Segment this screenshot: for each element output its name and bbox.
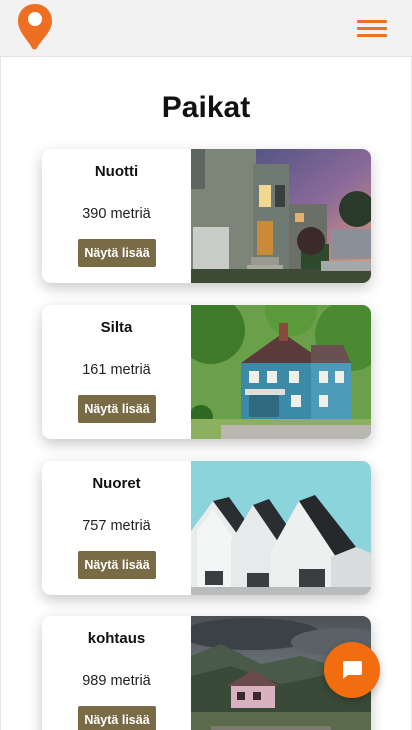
map-pin-icon[interactable] [16,2,54,50]
place-card[interactable]: Silta 161 metriä Näytä lisää [42,305,371,439]
blue-house-photo[interactable] [191,305,371,439]
show-more-button[interactable]: Näytä lisää [78,239,156,267]
place-name: kohtaus [87,630,146,647]
place-distance: 161 metriä [82,362,151,378]
menu-line [357,20,387,23]
modern-house-photo[interactable] [191,149,371,283]
place-card-info: Nuoret 757 metriä Näytä lisää [42,461,191,595]
place-card[interactable]: Nuotti 390 metriä Näytä lisää [42,149,371,283]
menu-line [357,34,387,37]
menu-line [357,27,387,30]
place-card-info: kohtaus 989 metriä Näytä lisää [42,616,191,730]
place-distance: 989 metriä [82,673,151,689]
gabled-houses-photo[interactable] [191,461,371,595]
place-distance: 757 metriä [82,518,151,534]
page-border-left [0,57,1,730]
show-more-button[interactable]: Näytä lisää [78,551,156,579]
page-title: Paikat [161,91,251,124]
place-card-info: Nuotti 390 metriä Näytä lisää [42,149,191,283]
place-name: Nuoret [92,475,141,492]
app-header [0,0,412,57]
show-more-button[interactable]: Näytä lisää [78,395,156,423]
chat-button[interactable] [324,642,380,698]
hamburger-menu-icon[interactable] [354,17,390,41]
place-name: Nuotti [94,163,139,180]
place-card-info: Silta 161 metriä Näytä lisää [42,305,191,439]
show-more-button[interactable]: Näytä lisää [78,706,156,730]
place-distance: 390 metriä [82,206,151,222]
place-name: Silta [100,319,133,336]
chat-bubble-icon [342,661,362,679]
place-card[interactable]: Nuoret 757 metriä Näytä lisää [42,461,371,595]
place-card[interactable]: kohtaus 989 metriä Näytä lisää [42,616,371,730]
